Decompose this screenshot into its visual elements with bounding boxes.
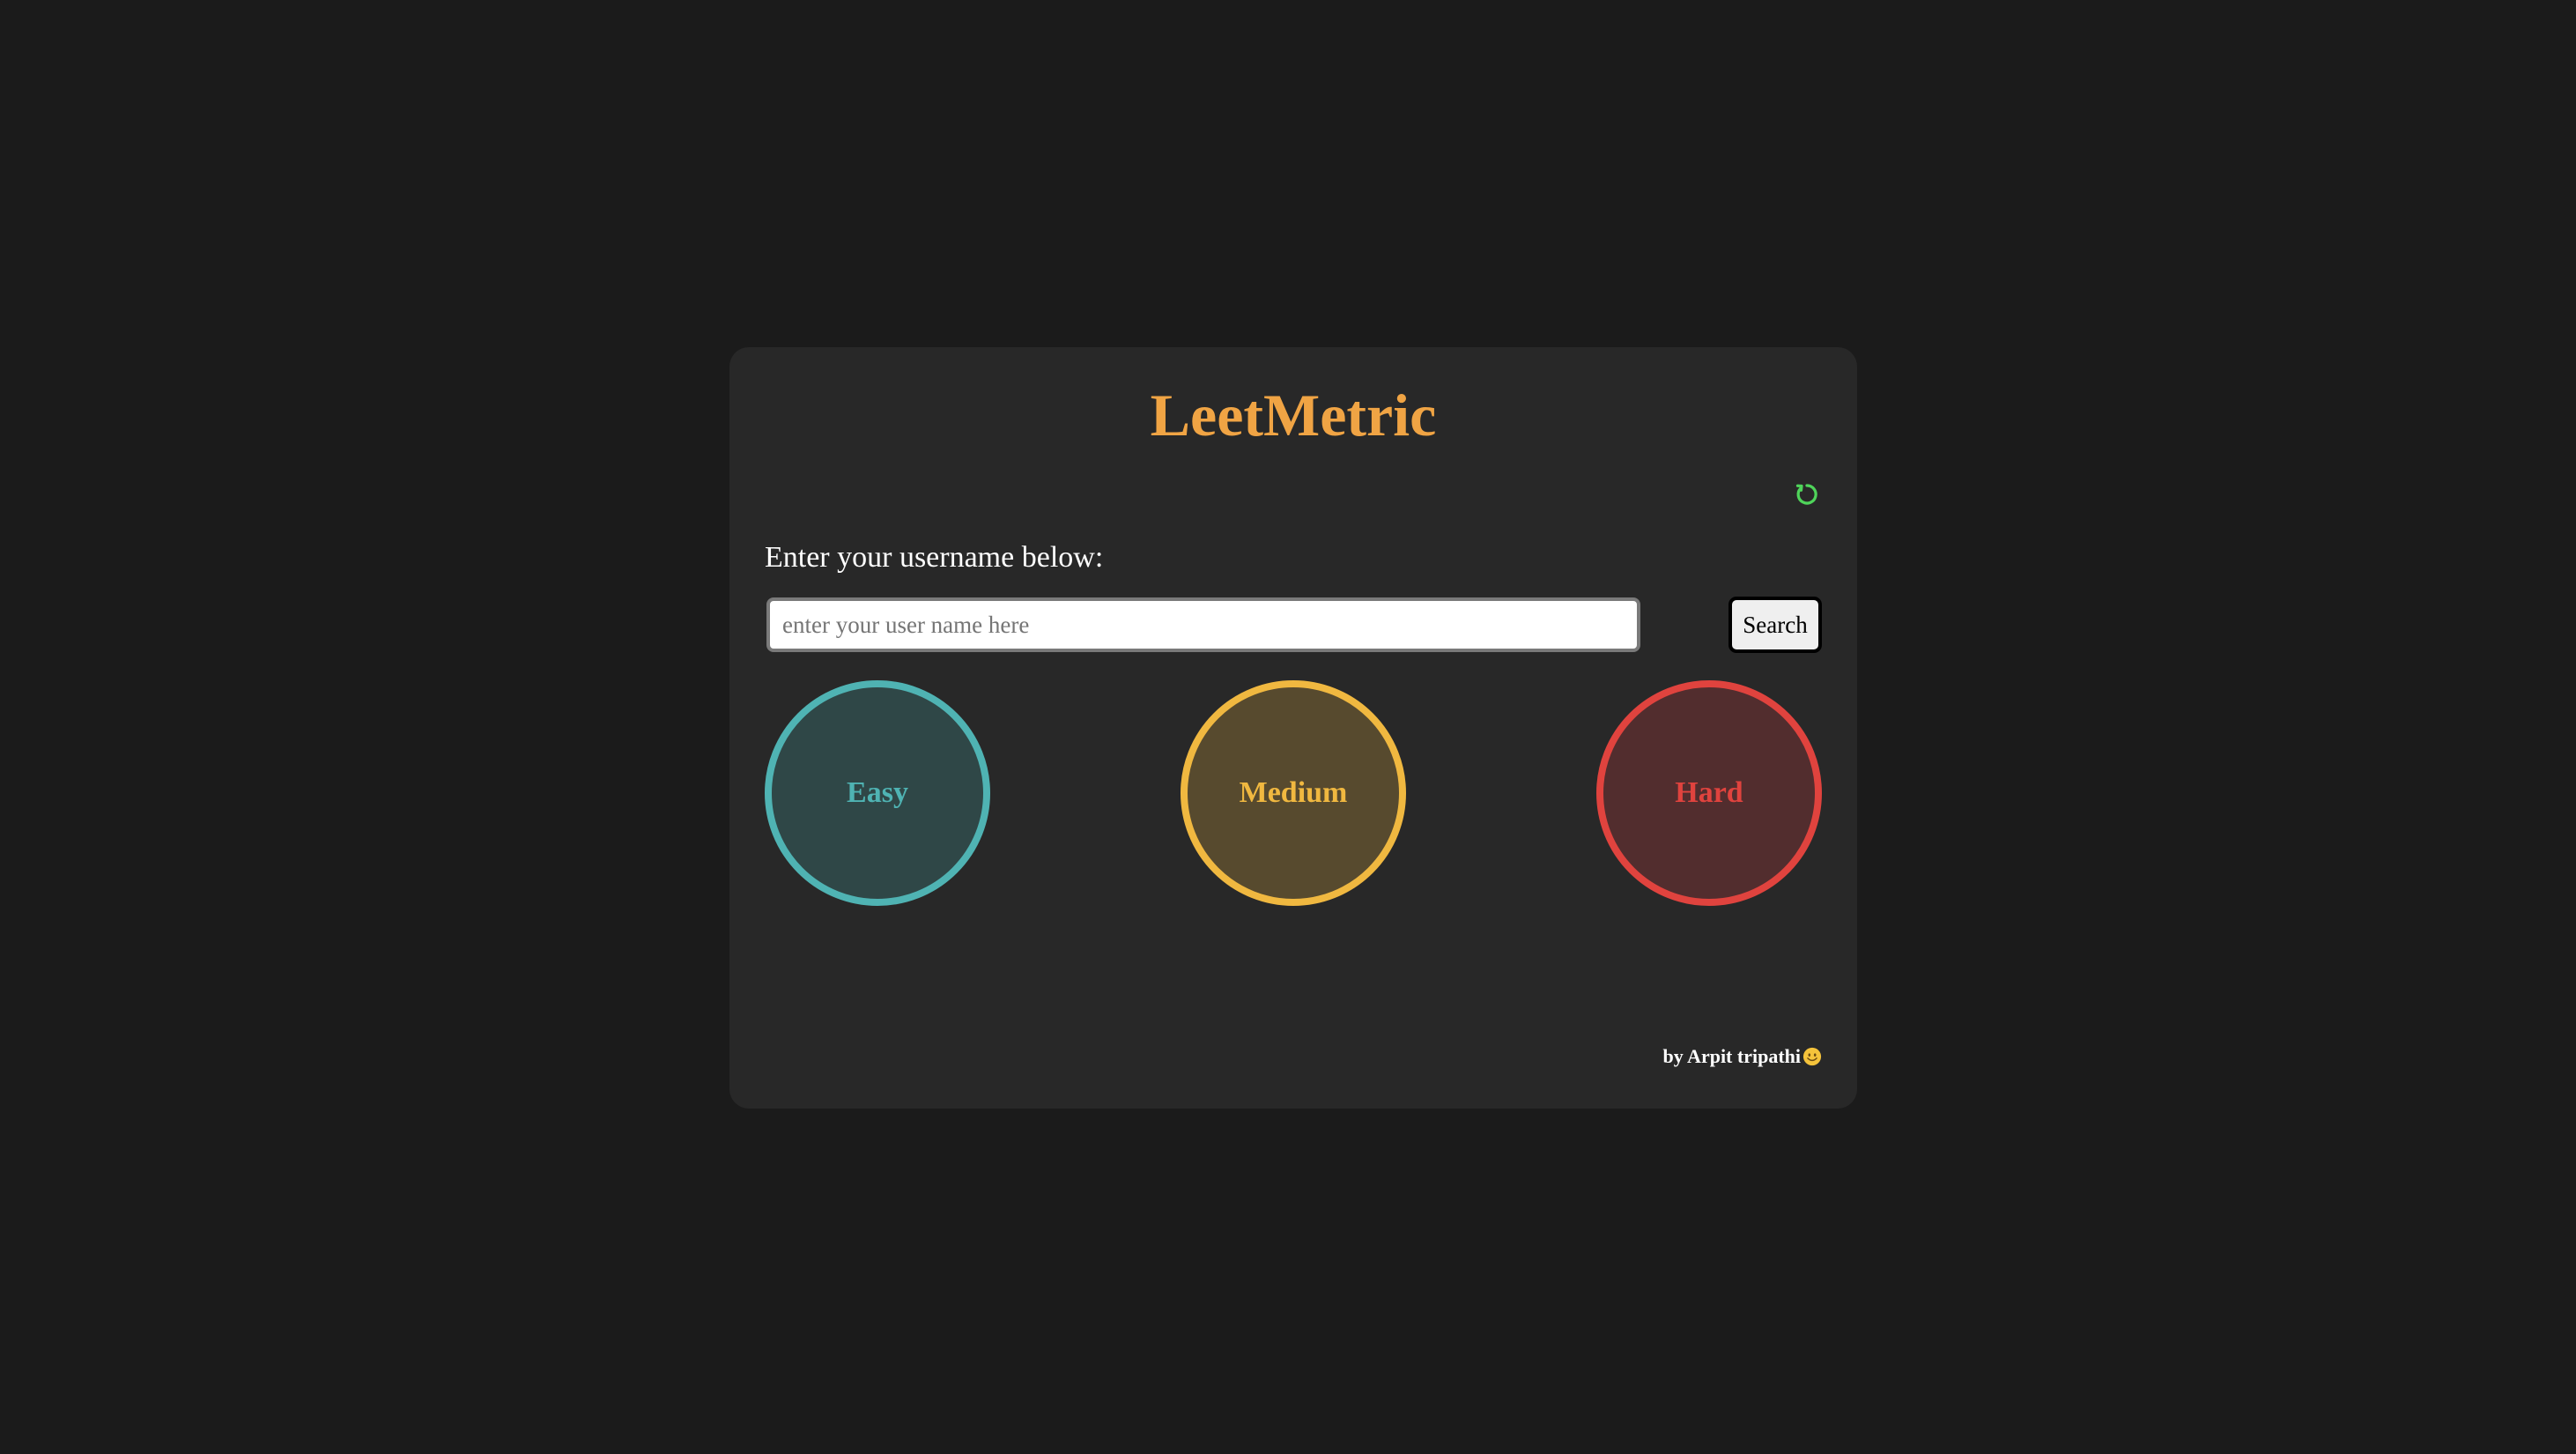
main-card: LeetMetric Enter your username below: Se…: [729, 347, 1857, 1109]
easy-progress-circle: Easy: [765, 680, 990, 906]
username-label: Enter your username below:: [765, 541, 1104, 574]
hard-label: Hard: [1675, 776, 1743, 809]
medium-progress-circle: Medium: [1181, 680, 1406, 906]
app-title: LeetMetric: [1150, 382, 1437, 449]
footer-credit: by Arpit tripathi: [1663, 1045, 1822, 1068]
username-input[interactable]: [766, 597, 1640, 652]
credit-text: by Arpit tripathi: [1662, 1045, 1801, 1067]
hard-progress-circle: Hard: [1596, 680, 1822, 906]
smiley-emoji-icon: [1802, 1047, 1822, 1066]
easy-label: Easy: [847, 776, 908, 809]
search-button[interactable]: Search: [1728, 597, 1822, 653]
refresh-button[interactable]: [1792, 479, 1822, 509]
refresh-icon: [1795, 484, 1817, 505]
medium-label: Medium: [1239, 776, 1348, 809]
